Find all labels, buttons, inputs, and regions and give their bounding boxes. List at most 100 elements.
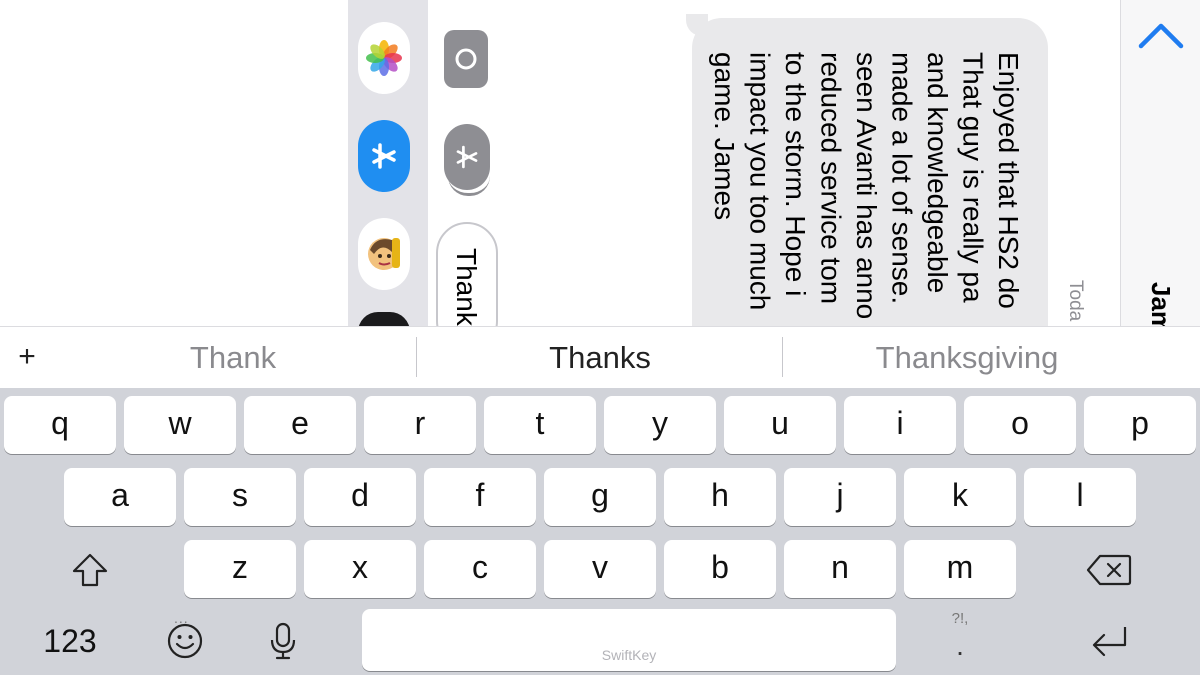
key-d[interactable]: d: [304, 468, 416, 526]
key-label: n: [831, 548, 849, 585]
key-j[interactable]: j: [784, 468, 896, 526]
key-o[interactable]: o: [964, 396, 1076, 454]
key-label: m: [946, 548, 974, 585]
emoji-key[interactable]: [160, 616, 210, 666]
key-label: v: [592, 548, 608, 585]
key-a[interactable]: a: [64, 468, 176, 526]
message-input-text: Thank: [451, 248, 482, 326]
key-y[interactable]: y: [604, 396, 716, 454]
key-label: d: [351, 476, 369, 513]
chevron-up-icon[interactable]: [1135, 18, 1187, 52]
key-label: s: [232, 476, 248, 513]
keyboard: q w e r t y u i o p a s d f g h j k l z …: [0, 388, 1200, 675]
key-v[interactable]: v: [544, 540, 656, 598]
numbers-key[interactable]: 123: [20, 616, 120, 666]
message-line: That guy is really pa: [957, 52, 989, 303]
shift-icon: [72, 553, 108, 587]
key-label: p: [1131, 404, 1149, 441]
key-c[interactable]: c: [424, 540, 536, 598]
key-z[interactable]: z: [184, 540, 296, 598]
divider: [416, 337, 417, 377]
key-p[interactable]: p: [1084, 396, 1196, 454]
delete-key[interactable]: [1078, 548, 1140, 592]
key-s[interactable]: s: [184, 468, 296, 526]
swiftkey-logo: SwiftKey: [601, 647, 657, 663]
nav-bar: Jam: [1120, 0, 1200, 326]
messages-area: Thank Enjoyed that HS2 do That guy is rea…: [0, 0, 1200, 326]
message-bubble[interactable]: Enjoyed that HS2 do That guy is really pa…: [692, 18, 1048, 326]
photos-icon[interactable]: [358, 22, 410, 94]
key-label: x: [352, 548, 368, 585]
key-label: a: [111, 476, 129, 513]
mic-key[interactable]: [258, 616, 308, 666]
key-x[interactable]: x: [304, 540, 416, 598]
key-r[interactable]: r: [364, 396, 476, 454]
key-label: l: [1076, 476, 1084, 513]
key-label: i: [896, 404, 904, 441]
key-label: y: [652, 404, 668, 441]
key-f[interactable]: f: [424, 468, 536, 526]
contact-name[interactable]: Jam: [1145, 282, 1176, 326]
key-label: e: [291, 404, 309, 441]
plus-icon[interactable]: +: [10, 339, 44, 375]
key-u[interactable]: u: [724, 396, 836, 454]
return-icon: [1092, 627, 1127, 657]
key-label: f: [475, 476, 485, 513]
key-m[interactable]: m: [904, 540, 1016, 598]
memoji-icon[interactable]: [358, 218, 410, 290]
suggestion-item[interactable]: Thank: [50, 337, 416, 379]
return-key[interactable]: [1082, 616, 1138, 666]
punctuation-hint: ?!,: [951, 610, 969, 627]
message-line: seen Avanti has anno: [851, 52, 882, 320]
key-q[interactable]: q: [4, 396, 116, 454]
camera-icon[interactable]: [444, 30, 488, 88]
backspace-icon: [1086, 554, 1132, 586]
message-input[interactable]: Thank: [436, 222, 498, 326]
key-label: h: [711, 476, 729, 513]
message-line: impact you too much: [744, 52, 776, 311]
message-timestamp: Toda: [1065, 280, 1086, 322]
blank-panel: [0, 0, 348, 326]
space-bar[interactable]: SwiftKey: [362, 609, 896, 671]
key-label: q: [51, 404, 69, 441]
key-w[interactable]: w: [124, 396, 236, 454]
apps-button-shadow: [448, 176, 490, 196]
message-line: reduced service tom: [815, 52, 847, 305]
shift-key[interactable]: [60, 548, 120, 592]
key-label: k: [952, 476, 968, 513]
suggestion-item[interactable]: Thanks: [418, 337, 782, 379]
key-t[interactable]: t: [484, 396, 596, 454]
key-label: g: [591, 476, 609, 513]
key-g[interactable]: g: [544, 468, 656, 526]
message-text: Enjoyed that HS2 do That guy is really pa…: [707, 52, 1027, 319]
app-store-icon: [456, 145, 478, 169]
key-label: j: [836, 476, 844, 513]
microphone-icon: [270, 622, 296, 660]
key-h[interactable]: h: [664, 468, 776, 526]
key-label: t: [535, 404, 545, 441]
app-drawer: [348, 0, 428, 326]
key-label: o: [1011, 404, 1029, 441]
suggestion-item[interactable]: Thanksgiving: [784, 337, 1150, 379]
key-i[interactable]: i: [844, 396, 956, 454]
message-line: to the storm. Hope i: [780, 52, 811, 297]
key-label: w: [168, 404, 192, 441]
key-l[interactable]: l: [1024, 468, 1136, 526]
key-b[interactable]: b: [664, 540, 776, 598]
suggestion-bar: + Thank Thanks Thanksgiving: [0, 326, 1200, 388]
message-line: and knowledgeable: [922, 52, 953, 294]
app-store-icon[interactable]: [358, 120, 410, 192]
punctuation-main: .: [956, 630, 964, 661]
punctuation-key[interactable]: ?!, .: [930, 610, 990, 666]
key-label: r: [414, 404, 426, 441]
message-line: Enjoyed that HS2 do: [993, 52, 1024, 309]
message-line: game. James: [709, 52, 740, 221]
black-app-icon[interactable]: [358, 312, 410, 326]
key-label: b: [711, 548, 729, 585]
smiley-icon: [167, 623, 203, 659]
key-label: z: [232, 548, 248, 585]
divider: [782, 337, 783, 377]
key-k[interactable]: k: [904, 468, 1016, 526]
key-e[interactable]: e: [244, 396, 356, 454]
key-n[interactable]: n: [784, 540, 896, 598]
